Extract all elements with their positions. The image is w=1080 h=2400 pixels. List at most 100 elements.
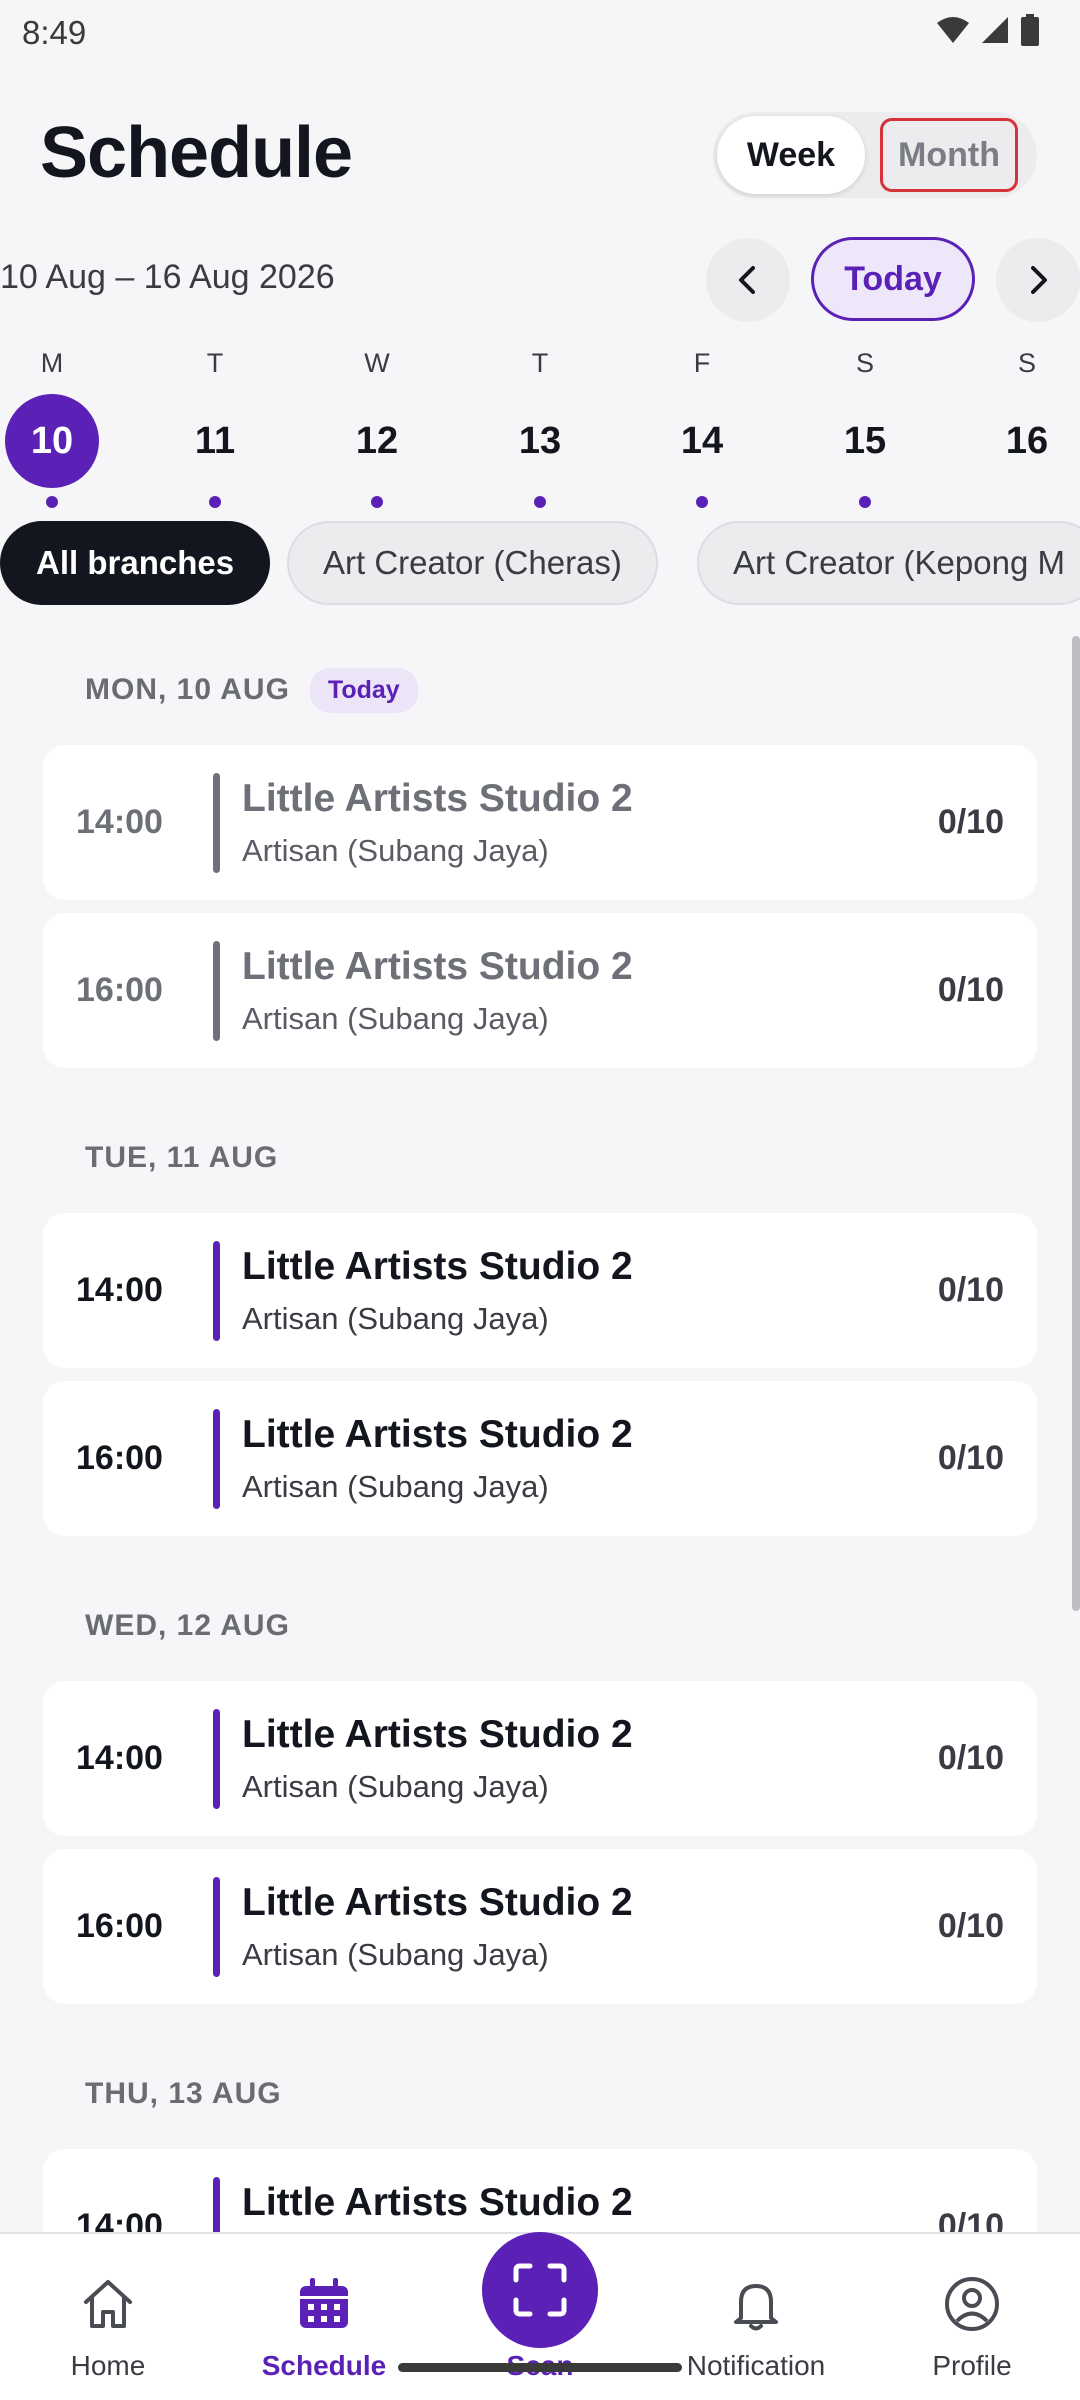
- nav-schedule[interactable]: Schedule: [216, 2234, 432, 2400]
- session-capacity: 0/10: [937, 803, 1004, 841]
- session-card[interactable]: 14:00Little Artists Studio 2Artisan (Sub…: [43, 2149, 1037, 2232]
- view-toggle: Week Month: [713, 112, 1037, 198]
- page-title: Schedule: [40, 113, 353, 193]
- filter-chip-all-branches[interactable]: All branches: [0, 521, 271, 605]
- week-view-button[interactable]: Week: [717, 116, 865, 194]
- session-capacity: 0/10: [937, 2207, 1004, 2232]
- calendar-icon: [294, 2274, 354, 2334]
- session-location: Artisan (Subang Jaya): [242, 1937, 549, 1972]
- nav-notification[interactable]: Notification: [648, 2234, 864, 2400]
- day-section-header: TUE, 11 AUG: [85, 1133, 278, 1183]
- session-capacity: 0/10: [937, 1739, 1004, 1777]
- day-number: 12: [355, 419, 399, 462]
- session-card[interactable]: 14:00 Little Artists Studio 2 Artisan (Sub…: [43, 1681, 1037, 1836]
- session-title: Little Artists Studio 2: [242, 1881, 633, 1924]
- schedule-list: MON, 10 AUG Today 14:00 Little Artists Stud…: [0, 640, 1080, 2232]
- signal-icon: [982, 17, 1008, 43]
- day-section-header: THU, 13 AUG: [85, 2069, 282, 2119]
- session-indicator-dot: [46, 496, 58, 508]
- day-15[interactable]: S 15: [815, 340, 915, 515]
- session-location: Artisan (Subang Jaya): [242, 1301, 549, 1336]
- day-number: 16: [1005, 419, 1049, 462]
- day-section-title: TUE, 11 AUG: [85, 1141, 279, 1174]
- battery-icon: [1021, 14, 1039, 46]
- session-color-bar: [213, 1877, 220, 1977]
- day-letter: F: [693, 348, 711, 378]
- scan-button[interactable]: [482, 2232, 598, 2348]
- status-bar: 8:49: [0, 0, 1080, 66]
- session-time: 16:00: [76, 971, 163, 1009]
- today-badge: Today: [309, 667, 418, 713]
- day-section-title: WED, 12 AUG: [85, 1609, 290, 1642]
- session-indicator-dot: [534, 496, 546, 508]
- day-letter: W: [364, 348, 390, 378]
- session-location: Artisan (Subang Jaya): [242, 833, 549, 868]
- session-indicator-dot: [209, 496, 221, 508]
- session-color-bar: [213, 2177, 220, 2232]
- filter-chip-branch[interactable]: Art Creator (Kepong M: [697, 521, 1080, 605]
- nav-profile-label: Profile: [932, 2350, 1012, 2381]
- wifi-icon: [937, 17, 969, 43]
- month-view-button[interactable]: Month: [880, 118, 1018, 192]
- nav-home[interactable]: Home: [0, 2234, 216, 2400]
- day-16[interactable]: S 16: [977, 340, 1077, 515]
- session-capacity: 0/10: [937, 1439, 1004, 1477]
- session-color-bar: [213, 941, 220, 1041]
- branch-filter-chips: All branches Art Creator (Cheras) Art Crea…: [0, 521, 1080, 605]
- session-location: Artisan (Subang Jaya): [242, 1769, 549, 1804]
- session-location: Artisan (Subang Jaya): [242, 1469, 549, 1504]
- session-card[interactable]: 14:00 Little Artists Studio 2 Artisan (Sub…: [43, 1213, 1037, 1368]
- scan-icon: [513, 2263, 567, 2317]
- session-time: 14:00: [76, 2207, 163, 2232]
- session-indicator-dot: [859, 496, 871, 508]
- session-location: Artisan (Subang Jaya): [242, 1001, 549, 1036]
- schedule-screen: 8:49 Schedule Week Month 10 Aug – 16 Aug…: [0, 0, 1080, 2400]
- session-card[interactable]: 16:00 Little Artists Studio 2 Artisan (Sub…: [43, 913, 1037, 1068]
- session-title: Little Artists Studio 2: [242, 1245, 633, 1288]
- day-letter: S: [855, 348, 874, 378]
- session-card[interactable]: 16:00 Little Artists Studio 2 Artisan (Sub…: [43, 1849, 1037, 2004]
- session-title: Little Artists Studio 2: [242, 2181, 633, 2224]
- day-letter: M: [40, 348, 64, 378]
- session-indicator-dot: [371, 496, 383, 508]
- day-section-header: MON, 10 AUG Today: [85, 665, 418, 715]
- day-12[interactable]: W 12: [327, 340, 427, 515]
- day-11[interactable]: T 11: [165, 340, 265, 515]
- day-letter: T: [531, 348, 549, 378]
- nav-home-label: Home: [70, 2350, 146, 2381]
- day-letter: T: [206, 348, 224, 378]
- today-button[interactable]: Today: [811, 237, 975, 321]
- day-10[interactable]: M 10: [2, 340, 102, 515]
- session-capacity: 0/10: [937, 1907, 1004, 1945]
- session-indicator-dot: [696, 496, 708, 508]
- week-strip: M 10 T 11 W 12 T 13 F 14 S 15 S 16: [0, 340, 1080, 515]
- session-capacity: 0/10: [937, 1271, 1004, 1309]
- nav-profile[interactable]: Profile: [864, 2234, 1080, 2400]
- profile-icon: [942, 2274, 1002, 2334]
- session-card[interactable]: 14:00 Little Artists Studio 2 Artisan (Sub…: [43, 745, 1037, 900]
- session-time: 14:00: [76, 803, 163, 841]
- session-time: 14:00: [76, 1271, 163, 1309]
- date-range-label: 10 Aug – 16 Aug 2026: [0, 258, 335, 296]
- day-14[interactable]: F 14: [652, 340, 752, 515]
- status-icons: [936, 14, 1040, 46]
- session-color-bar: [213, 1409, 220, 1509]
- filter-chip-branch[interactable]: Art Creator (Cheras): [287, 521, 658, 605]
- day-section-header: WED, 12 AUG: [85, 1601, 290, 1651]
- session-time: 14:00: [76, 1739, 163, 1777]
- next-week-button[interactable]: [996, 238, 1080, 322]
- day-section-title: MON, 10 AUG: [85, 673, 290, 706]
- session-title: Little Artists Studio 2: [242, 1413, 633, 1456]
- scrollbar[interactable]: [1072, 636, 1080, 1611]
- previous-week-button[interactable]: [706, 238, 790, 322]
- session-card[interactable]: 16:00 Little Artists Studio 2 Artisan (Sub…: [43, 1381, 1037, 1536]
- chevron-left-icon: [739, 266, 755, 294]
- session-title: Little Artists Studio 2: [242, 777, 633, 820]
- session-color-bar: [213, 773, 220, 873]
- day-number: 10: [5, 394, 99, 488]
- bell-icon: [726, 2274, 786, 2334]
- day-13[interactable]: T 13: [490, 340, 590, 515]
- chevron-right-icon: [1031, 266, 1047, 294]
- session-capacity: 0/10: [937, 971, 1004, 1009]
- session-title: Little Artists Studio 2: [242, 1713, 633, 1756]
